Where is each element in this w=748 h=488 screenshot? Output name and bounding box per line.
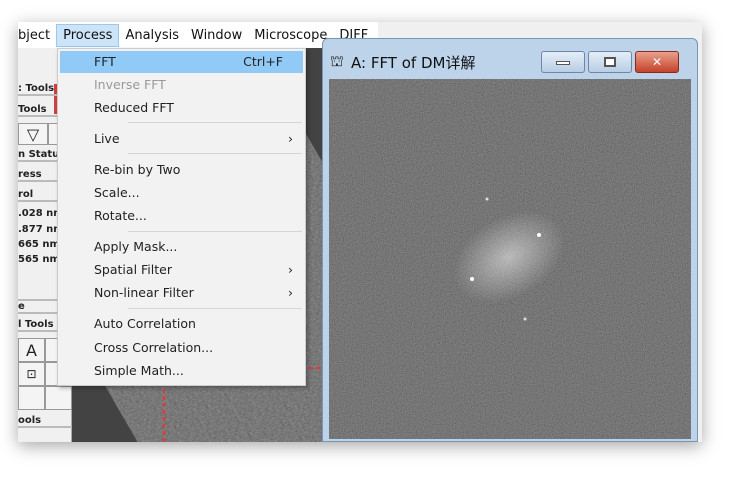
separator [128,308,302,309]
menu-item-apply-mask[interactable]: Apply Mask... [60,236,303,258]
chevron-right-icon: › [288,262,293,277]
text-tool-button[interactable]: A [18,338,45,362]
triangle-tool-button[interactable]: ▽ [18,123,48,145]
menu-analysis[interactable]: Analysis [119,25,185,46]
image-window-icon: ⛫ [330,52,344,70]
menu-item-rebin[interactable]: Re-bin by Two [60,159,303,181]
menu-object[interactable]: bject [18,25,56,46]
app-screenshot: bject Process Analysis Window Microscope… [18,22,702,442]
separator [128,122,302,123]
menu-microscope[interactable]: Microscope [248,25,333,46]
process-dropdown-menu: FFT Ctrl+F Inverse FFT Reduced FFT Live › … [57,48,306,386]
menu-item-spatial-filter[interactable]: Spatial Filter › [60,259,303,281]
menu-item-inverse-fft[interactable]: Inverse FFT [60,74,303,96]
menu-item-simple-math[interactable]: Simple Math... [60,360,303,382]
menu-item-fft[interactable]: FFT Ctrl+F [60,51,303,73]
chevron-right-icon: › [288,131,293,146]
menu-item-reduced-fft[interactable]: Reduced FFT [60,97,303,119]
fft-image-window: ⛫ A: FFT of DM详解 ✕ [322,38,698,442]
maximize-button[interactable] [588,51,632,73]
window-title: A: FFT of DM详解 [351,54,476,72]
fft-image [329,79,691,439]
menu-process[interactable]: Process [56,23,120,47]
separator [128,153,302,154]
menu-item-rotate[interactable]: Rotate... [60,205,303,227]
menu-item-auto-correlation[interactable]: Auto Correlation [60,313,303,335]
chevron-right-icon: › [288,285,293,300]
menu-item-live[interactable]: Live › [60,128,303,150]
separator [128,231,302,232]
menu-item-nonlinear-filter[interactable]: Non-linear Filter › [60,282,303,304]
profile-tool-icon[interactable]: ⊡ [18,362,45,386]
menu-window[interactable]: Window [185,25,248,46]
close-button[interactable]: ✕ [635,51,679,73]
minimize-button[interactable] [541,51,585,73]
panel-header[interactable]: ools [18,415,72,428]
tool-button[interactable] [18,386,45,410]
menu-item-scale[interactable]: Scale... [60,182,303,204]
menu-item-cross-correlation[interactable]: Cross Correlation... [60,337,303,359]
tool-button[interactable] [45,386,72,410]
